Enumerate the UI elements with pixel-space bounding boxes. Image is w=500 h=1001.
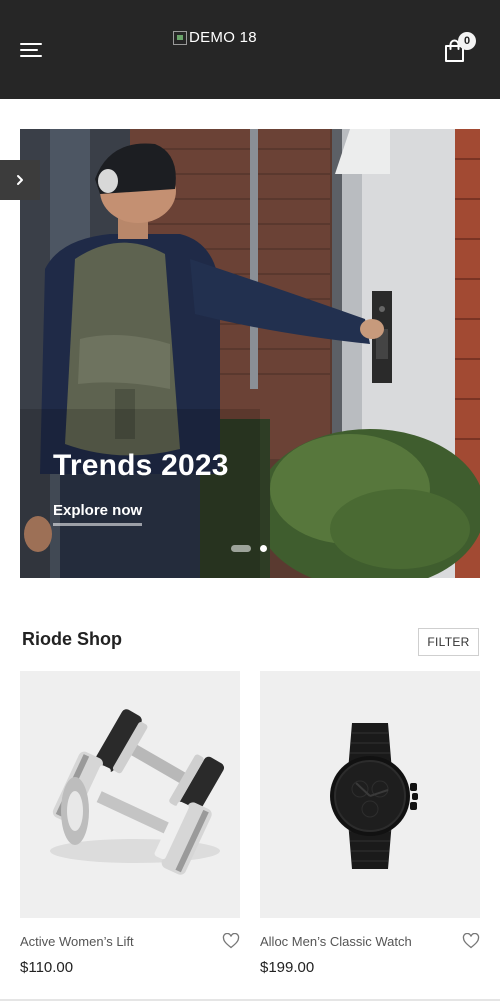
slider-dot-2[interactable] [260,545,267,552]
slider-next-button[interactable] [0,160,40,200]
black-watch-image [330,723,418,869]
product-price: $199.00 [260,959,315,976]
cart-count-badge: 0 [458,32,476,50]
product-card: Active Women’s Lift $110.00 [20,671,240,976]
hero-title: Trends 2023 [53,449,229,482]
wishlist-heart-icon[interactable] [462,932,480,949]
product-name[interactable]: Active Women’s Lift [20,934,134,949]
chevron-right-icon [17,175,23,185]
hamburger-menu-icon[interactable] [20,40,44,60]
cart-button[interactable]: 0 [442,32,482,68]
product-price: $110.00 [20,959,74,976]
slider-dot-1[interactable] [231,545,251,552]
site-logo[interactable]: DEMO 18 [173,29,257,46]
product-image[interactable] [20,671,240,918]
dumbbells-image [50,709,225,875]
shop-title: Riode Shop [22,629,122,649]
logo-alt-text: DEMO 18 [189,29,257,46]
product-image[interactable] [260,671,480,918]
slider-pagination [231,545,267,552]
site-header: DEMO 18 0 [0,0,500,99]
wishlist-heart-icon[interactable] [222,932,240,949]
product-name[interactable]: Alloc Men’s Classic Watch [260,934,412,949]
product-card: Alloc Men’s Classic Watch $199.00 [260,671,480,976]
broken-image-icon [173,30,187,45]
hero-banner[interactable]: Trends 2023 Explore now [20,129,480,578]
filter-button[interactable]: FILTER [418,628,479,656]
explore-now-link[interactable]: Explore now [53,502,143,526]
